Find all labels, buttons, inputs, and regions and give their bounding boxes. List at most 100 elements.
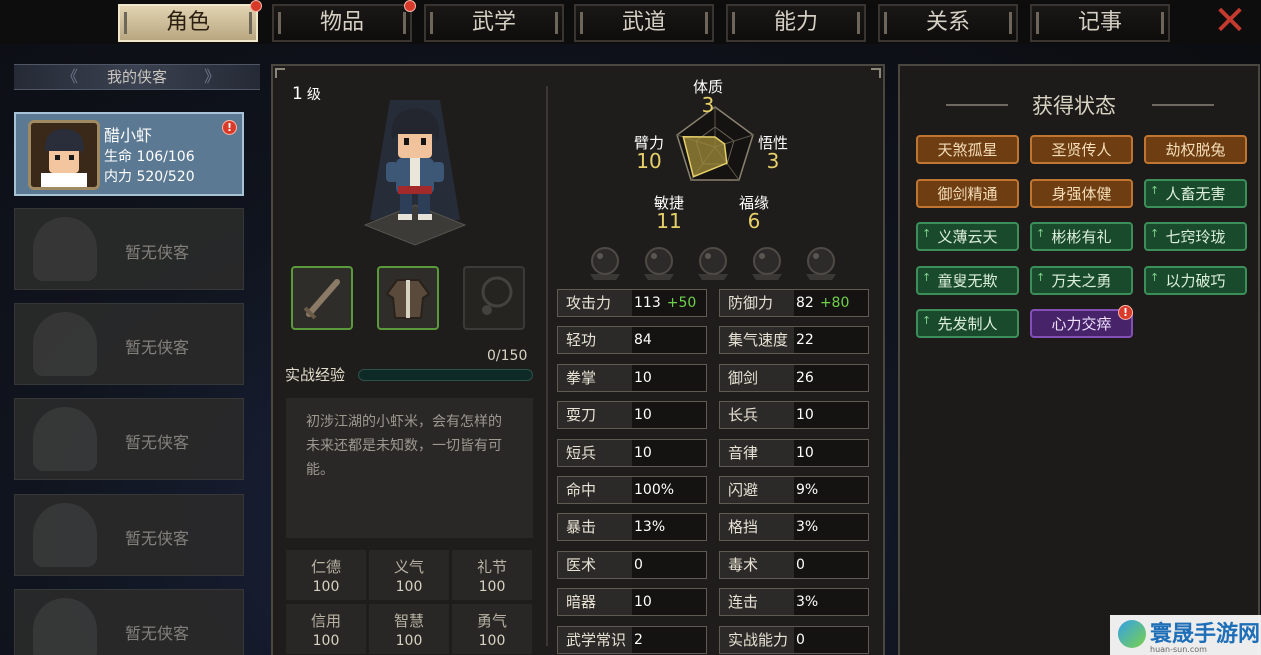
- status-badge[interactable]: 圣贤传人: [1030, 135, 1133, 164]
- tab-6[interactable]: 记事: [1030, 4, 1170, 42]
- status-badge[interactable]: ↑ 义薄云天: [916, 222, 1019, 251]
- alert-dot-icon: [250, 0, 262, 12]
- chevron-left-icon[interactable]: 《: [62, 65, 78, 89]
- virtue-0: 仁德 100: [286, 550, 366, 600]
- stat-row: 耍刀 10: [557, 401, 707, 430]
- chevron-right-icon[interactable]: 》: [204, 65, 220, 89]
- status-badge[interactable]: 御剑精通: [916, 178, 1019, 208]
- status-badge[interactable]: 天煞孤星: [916, 135, 1019, 164]
- tab-2[interactable]: 武学: [424, 4, 564, 42]
- skill-orb-icon[interactable]: [748, 244, 786, 282]
- tab-0[interactable]: 角色: [118, 0, 262, 42]
- silhouette-icon: [33, 407, 97, 471]
- arrow-up-icon: ↑: [1150, 183, 1160, 197]
- alert-dot-icon: [404, 0, 416, 12]
- roster-slot-empty[interactable]: 暂无侠客: [14, 208, 244, 290]
- stat-row: 攻击力 113 +50: [557, 289, 707, 317]
- stat-row: 短兵 10: [557, 438, 707, 467]
- status-badge[interactable]: 身强体健: [1030, 178, 1133, 208]
- skill-orb-icon[interactable]: [640, 244, 678, 282]
- stat-row: 闪避 9%: [719, 476, 869, 504]
- status-badge[interactable]: 心力交瘁!: [1030, 305, 1133, 338]
- stat-label: 实战能力: [720, 626, 794, 653]
- exp-value: 0/150: [487, 348, 528, 364]
- stat-label: 短兵: [558, 439, 632, 466]
- status-badge[interactable]: ↑ 童叟无欺: [916, 265, 1019, 295]
- alert-icon: !: [222, 120, 237, 135]
- equip-slot-weapon[interactable]: [291, 266, 353, 330]
- status-badge[interactable]: ↑ 万夫之勇: [1030, 265, 1133, 295]
- roster-slot-empty[interactable]: 暂无侠客: [14, 303, 244, 385]
- tab-4[interactable]: 能力: [726, 4, 866, 42]
- stat-label: 防御力: [720, 290, 794, 316]
- stat-label: 御剑: [720, 364, 794, 391]
- virtue-label: 信用: [310, 612, 341, 630]
- stat-label: 连击: [720, 589, 794, 616]
- stat-value: 26: [796, 369, 814, 386]
- character-sprite: [360, 100, 470, 250]
- stat-value: 10: [796, 444, 814, 461]
- radar-label-wuxing: 悟性 3: [758, 134, 789, 173]
- stat-row: 武学常识 2: [557, 625, 707, 654]
- roster-slot-hero[interactable]: 醋小虾 生命 106/106 内力 520/520 !: [14, 112, 244, 196]
- status-badge[interactable]: ↑ 人畜无害: [1144, 178, 1247, 208]
- stat-label: 武学常识: [558, 626, 632, 653]
- stat-value: 0: [796, 556, 805, 573]
- close-icon[interactable]: ✕: [1206, 1, 1254, 41]
- skill-orb-icon[interactable]: [802, 244, 840, 282]
- arrow-up-icon: ↑: [922, 227, 932, 240]
- tab-label: 角色: [165, 10, 210, 35]
- status-badge[interactable]: ↑ 彬彬有礼: [1030, 222, 1133, 251]
- equip-slot-accessory[interactable]: [463, 266, 525, 330]
- silhouette-icon: [33, 217, 97, 281]
- stat-label: 音律: [720, 439, 794, 466]
- empty-slot-label: 暂无侠客: [125, 243, 190, 262]
- stat-value: 2: [634, 631, 643, 648]
- status-badge[interactable]: ↑ 先发制人: [916, 309, 1019, 338]
- status-badge[interactable]: ↑ 七窍玲珑: [1144, 222, 1247, 251]
- arrow-up-icon: ↑: [922, 314, 932, 327]
- tab-3[interactable]: 武道: [574, 4, 714, 42]
- virtue-value: 100: [478, 579, 506, 595]
- hero-name: 醋小虾: [104, 126, 153, 145]
- stat-value: 113 +50: [634, 295, 697, 311]
- skill-orb-icon[interactable]: [586, 244, 624, 282]
- robe-icon: [385, 279, 431, 319]
- roster-slot-empty[interactable]: 暂无侠客: [14, 398, 244, 480]
- virtue-value: 100: [478, 633, 506, 649]
- skill-orb-icon[interactable]: [694, 244, 732, 282]
- hero-mp: 内力 520/520: [104, 169, 195, 185]
- status-badge-label: 先发制人: [937, 315, 998, 333]
- tab-1[interactable]: 物品: [272, 0, 416, 42]
- status-badge-label: 人畜无害: [1165, 184, 1226, 203]
- stat-label: 格挡: [720, 514, 794, 541]
- virtue-5: 勇气 100: [452, 604, 532, 654]
- watermark-logo-icon: [1118, 620, 1146, 648]
- status-badge[interactable]: 劫权脱兔: [1144, 135, 1247, 164]
- status-badge-label: 以力破巧: [1165, 271, 1226, 290]
- stat-row: 医术 0: [557, 550, 707, 579]
- stat-row: 毒术 0: [719, 550, 869, 579]
- roster-slot-empty[interactable]: 暂无侠客: [14, 494, 244, 576]
- tab-label: 记事: [1077, 10, 1122, 35]
- watermark: 寰晟手游网 huan-sun.com: [1110, 615, 1261, 655]
- status-badge-label: 童叟无欺: [937, 271, 998, 290]
- tab-label: 武学: [471, 10, 516, 35]
- stat-label: 医术: [558, 551, 632, 578]
- virtue-4: 智慧 100: [369, 604, 449, 654]
- roster-slot-empty[interactable]: 暂无侠客: [14, 589, 244, 655]
- tab-label: 能力: [773, 10, 818, 35]
- status-badge-label: 御剑精通: [937, 184, 998, 203]
- tab-5[interactable]: 关系: [878, 4, 1018, 42]
- status-badge[interactable]: ↑ 以力破巧: [1144, 265, 1247, 295]
- arrow-up-icon: ↑: [1150, 270, 1160, 284]
- stat-label: 长兵: [720, 402, 794, 429]
- equip-slot-armor[interactable]: [377, 266, 439, 330]
- status-badge-label: 万夫之勇: [1051, 271, 1112, 290]
- silhouette-icon: [33, 598, 97, 655]
- stat-label: 毒术: [720, 551, 794, 578]
- stat-label: 暴击: [558, 514, 632, 541]
- stat-label: 攻击力: [558, 290, 632, 316]
- stat-row: 格挡 3%: [719, 513, 869, 542]
- stat-label: 命中: [558, 477, 632, 503]
